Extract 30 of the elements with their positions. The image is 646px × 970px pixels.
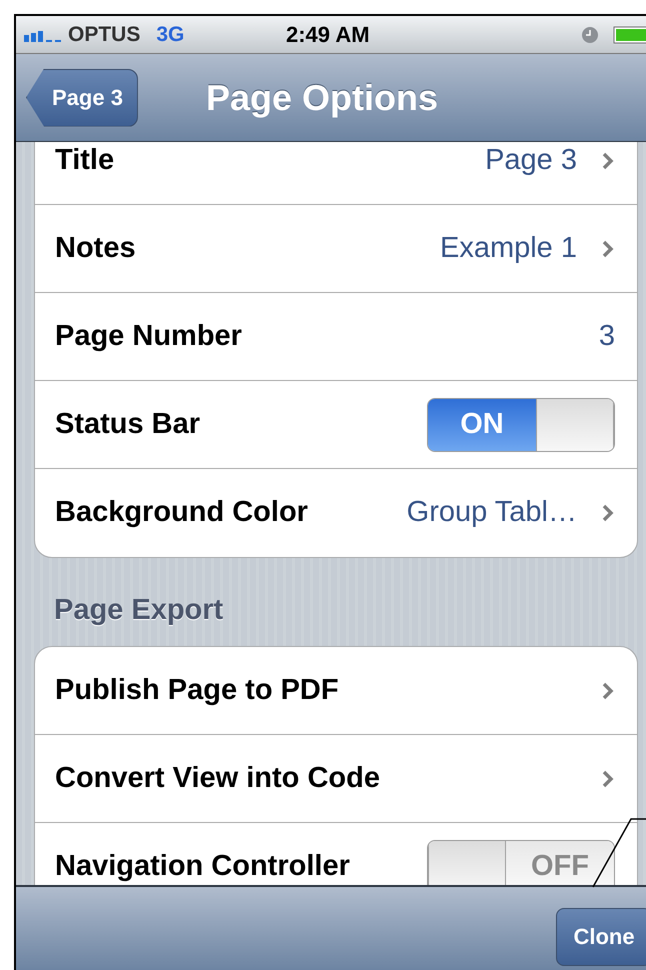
row-label: Convert View into Code — [55, 760, 380, 796]
row-label: Navigation Controller — [55, 849, 350, 884]
row-value: Group Tabl… — [406, 495, 577, 530]
back-button[interactable]: Page 3 — [26, 68, 138, 126]
chevron-icon — [601, 503, 615, 523]
row-value: 3 — [598, 318, 615, 354]
row-label: Publish Page to PDF — [55, 672, 339, 708]
clock-time: 2:49 AM — [286, 21, 370, 49]
chevron-icon — [601, 768, 615, 788]
chevron-icon — [601, 680, 615, 700]
toggle-switch[interactable]: ON — [427, 398, 615, 452]
leader-line — [592, 818, 646, 888]
chevron-icon — [601, 238, 615, 258]
row-label: Title — [55, 142, 114, 178]
alarm-clock-icon — [581, 26, 599, 44]
switch-label: OFF — [531, 849, 589, 884]
section-header: Page Export — [54, 592, 224, 628]
row-value: Example 1 — [440, 230, 577, 266]
network-type: 3G — [156, 22, 184, 48]
row-value: Page 3 — [485, 142, 577, 178]
carrier-name: OPTUS — [68, 22, 140, 48]
navigation-title: Page Options — [206, 76, 438, 120]
switch-label: ON — [460, 406, 504, 442]
chevron-icon — [601, 150, 615, 170]
row-label: Background Color — [55, 495, 308, 530]
row-label: Page Number — [55, 318, 242, 354]
row-label: Notes — [55, 230, 136, 266]
clone-button[interactable]: Clone — [556, 908, 646, 966]
row-label: Status Bar — [55, 406, 200, 442]
toggle-switch[interactable]: OFF — [427, 840, 615, 885]
